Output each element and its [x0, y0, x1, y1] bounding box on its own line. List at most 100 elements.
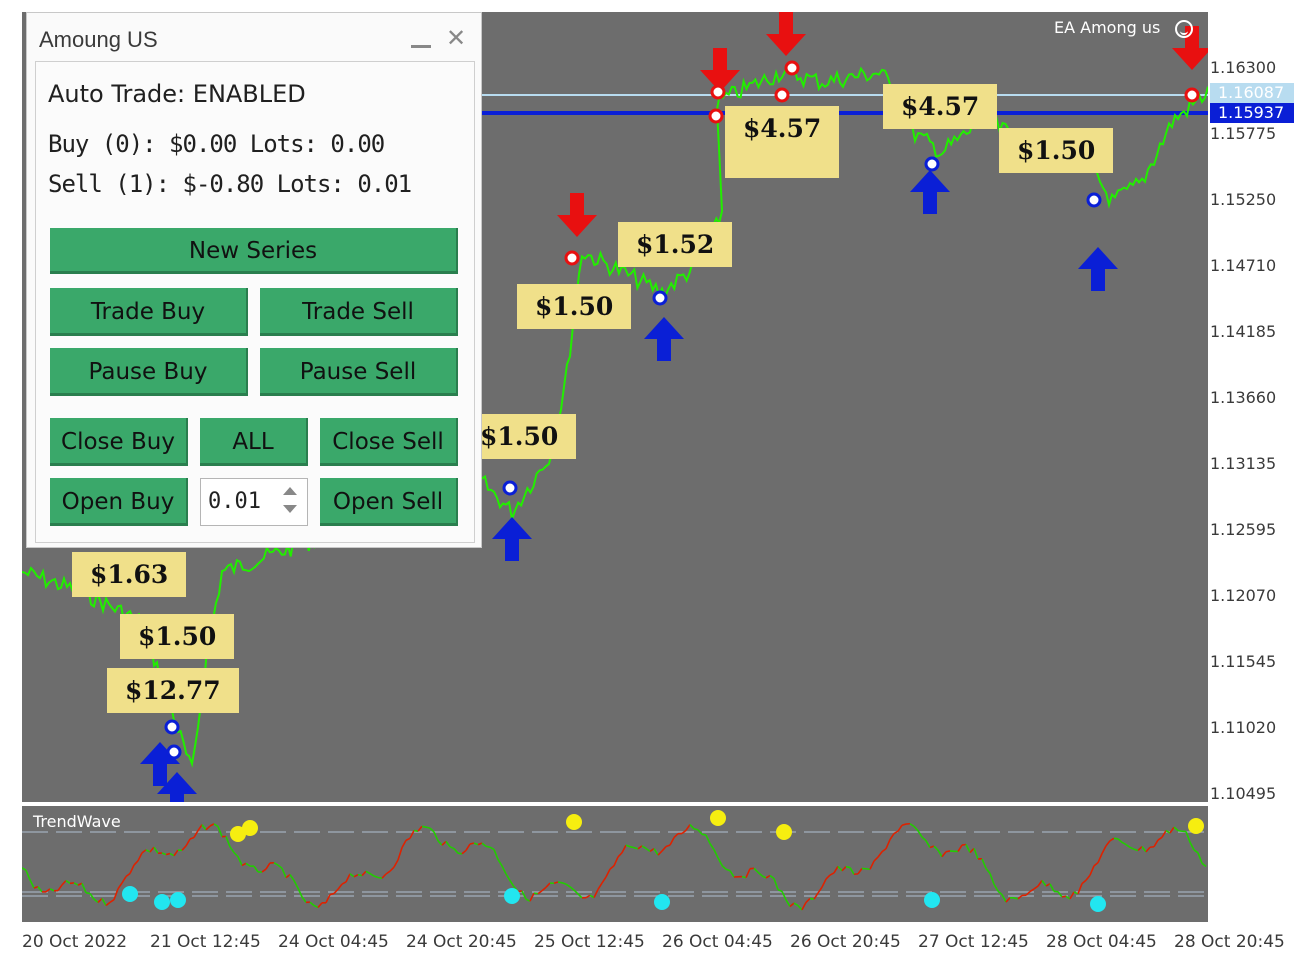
trendwave-line [845, 865, 851, 869]
trendwave-line [141, 849, 147, 854]
trendwave-line [657, 850, 663, 856]
open-sell-button[interactable]: Open Sell [320, 478, 458, 526]
trendwave-line [617, 852, 623, 858]
indicator-title: TrendWave [33, 812, 121, 831]
indicator-tick: -100 [1212, 901, 1247, 919]
trendwave-line [433, 831, 439, 842]
trendwave-line [673, 833, 679, 839]
trendwave-line [925, 840, 931, 848]
trendwave-line [209, 823, 215, 827]
trendwave-line [265, 862, 271, 870]
trade-sell-button[interactable]: Trade Sell [260, 288, 458, 336]
lots-stepper[interactable]: 0.01 [200, 478, 308, 526]
indicator-tick: 0.00 [1212, 857, 1246, 875]
trendwave-line [797, 905, 803, 911]
open-buy-button[interactable]: Open Buy [50, 478, 188, 526]
trendwave-line [937, 849, 943, 858]
trendwave-line [1061, 895, 1067, 898]
close-all-button[interactable]: ALL [200, 418, 308, 466]
trendwave-line [889, 833, 895, 840]
time-label: 28 Oct 20:45 [1174, 932, 1285, 952]
trendwave-line [61, 880, 67, 886]
new-series-button[interactable]: New Series [50, 228, 458, 274]
trendwave-line [1149, 845, 1155, 849]
trendwave-line [481, 842, 487, 848]
indicator-tick: 100 [1212, 808, 1241, 826]
stepper-up-icon[interactable] [283, 487, 297, 495]
buy-arrow-icon [492, 517, 532, 561]
trendwave-line [1133, 848, 1139, 852]
trendwave-line [137, 852, 143, 862]
trendwave-line [421, 825, 427, 828]
trendwave-indicator-panel[interactable] [22, 806, 1208, 922]
trendwave-line [1157, 836, 1163, 841]
trendwave-line [22, 867, 27, 871]
close-sell-button[interactable]: Close Sell [320, 418, 458, 466]
trendwave-line [385, 870, 391, 875]
trendwave-line [809, 897, 815, 900]
stepper-down-icon[interactable] [283, 505, 297, 513]
trendwave-line [1137, 846, 1143, 852]
close-buy-button[interactable]: Close Buy [50, 418, 188, 466]
trendwave-line [293, 880, 299, 889]
trendwave-line [1153, 839, 1159, 848]
trendwave-line [909, 823, 915, 828]
profit-label: $1.50 [120, 614, 235, 659]
pause-buy-button[interactable]: Pause Buy [50, 348, 248, 396]
time-label: 26 Oct 04:45 [662, 932, 773, 952]
trendwave-line [37, 886, 43, 893]
trendwave-line [825, 874, 831, 880]
trendwave-line [1005, 897, 1011, 903]
trendwave-line [81, 882, 87, 894]
trendwave-line [1193, 849, 1199, 854]
trendwave-line [337, 883, 343, 890]
trendwave-line [373, 875, 379, 879]
trade-buy-button[interactable]: Trade Buy [50, 288, 248, 336]
trendwave-line [669, 837, 675, 846]
trendwave-line [233, 852, 239, 858]
trendwave-line [505, 873, 511, 882]
profit-label: $12.77 [107, 668, 239, 713]
trendwave-line [377, 876, 383, 879]
trendwave-line [289, 874, 295, 881]
trendwave-line [281, 867, 287, 878]
trendwave-line [981, 858, 987, 869]
signal-dot-icon [122, 886, 138, 902]
time-label: 21 Oct 12:45 [150, 932, 261, 952]
trendwave-line [545, 882, 551, 888]
trendwave-line [877, 851, 883, 858]
trade-marker-icon [774, 87, 790, 103]
trendwave-line [529, 892, 535, 902]
trendwave-line [349, 873, 355, 878]
minimize-icon[interactable] [411, 31, 433, 53]
trendwave-line [761, 875, 767, 879]
close-icon[interactable]: ✕ [445, 26, 467, 50]
trendwave-line [973, 848, 979, 860]
trendwave-line [1173, 826, 1179, 832]
trendwave-line [641, 845, 647, 850]
trendwave-line [105, 901, 111, 907]
trendwave-line [485, 845, 491, 848]
trendwave-line [97, 897, 103, 904]
ea-name-label: EA Among us [1054, 18, 1161, 37]
trendwave-line [597, 882, 603, 890]
trendwave-line [1001, 894, 1007, 903]
trendwave-canvas [22, 810, 1208, 912]
pause-sell-button[interactable]: Pause Sell [260, 348, 458, 396]
trendwave-line [189, 836, 195, 840]
trendwave-line [473, 842, 479, 846]
profit-label: $4.57 [883, 84, 998, 129]
profit-label: $4.57 [725, 106, 840, 178]
buy-arrow-icon [1078, 247, 1118, 291]
trendwave-line [1129, 846, 1135, 850]
price-tick: 1.12595 [1210, 520, 1277, 539]
trendwave-line [161, 852, 167, 856]
trendwave-line [1093, 862, 1099, 867]
trendwave-line [561, 882, 567, 885]
buy-info: Buy (0): $0.00 Lots: 0.00 [48, 130, 385, 158]
trendwave-line [109, 899, 115, 903]
trendwave-line [1069, 891, 1075, 900]
trade-marker-icon [502, 480, 518, 496]
trendwave-line [1029, 888, 1035, 893]
trendwave-line [213, 823, 219, 828]
